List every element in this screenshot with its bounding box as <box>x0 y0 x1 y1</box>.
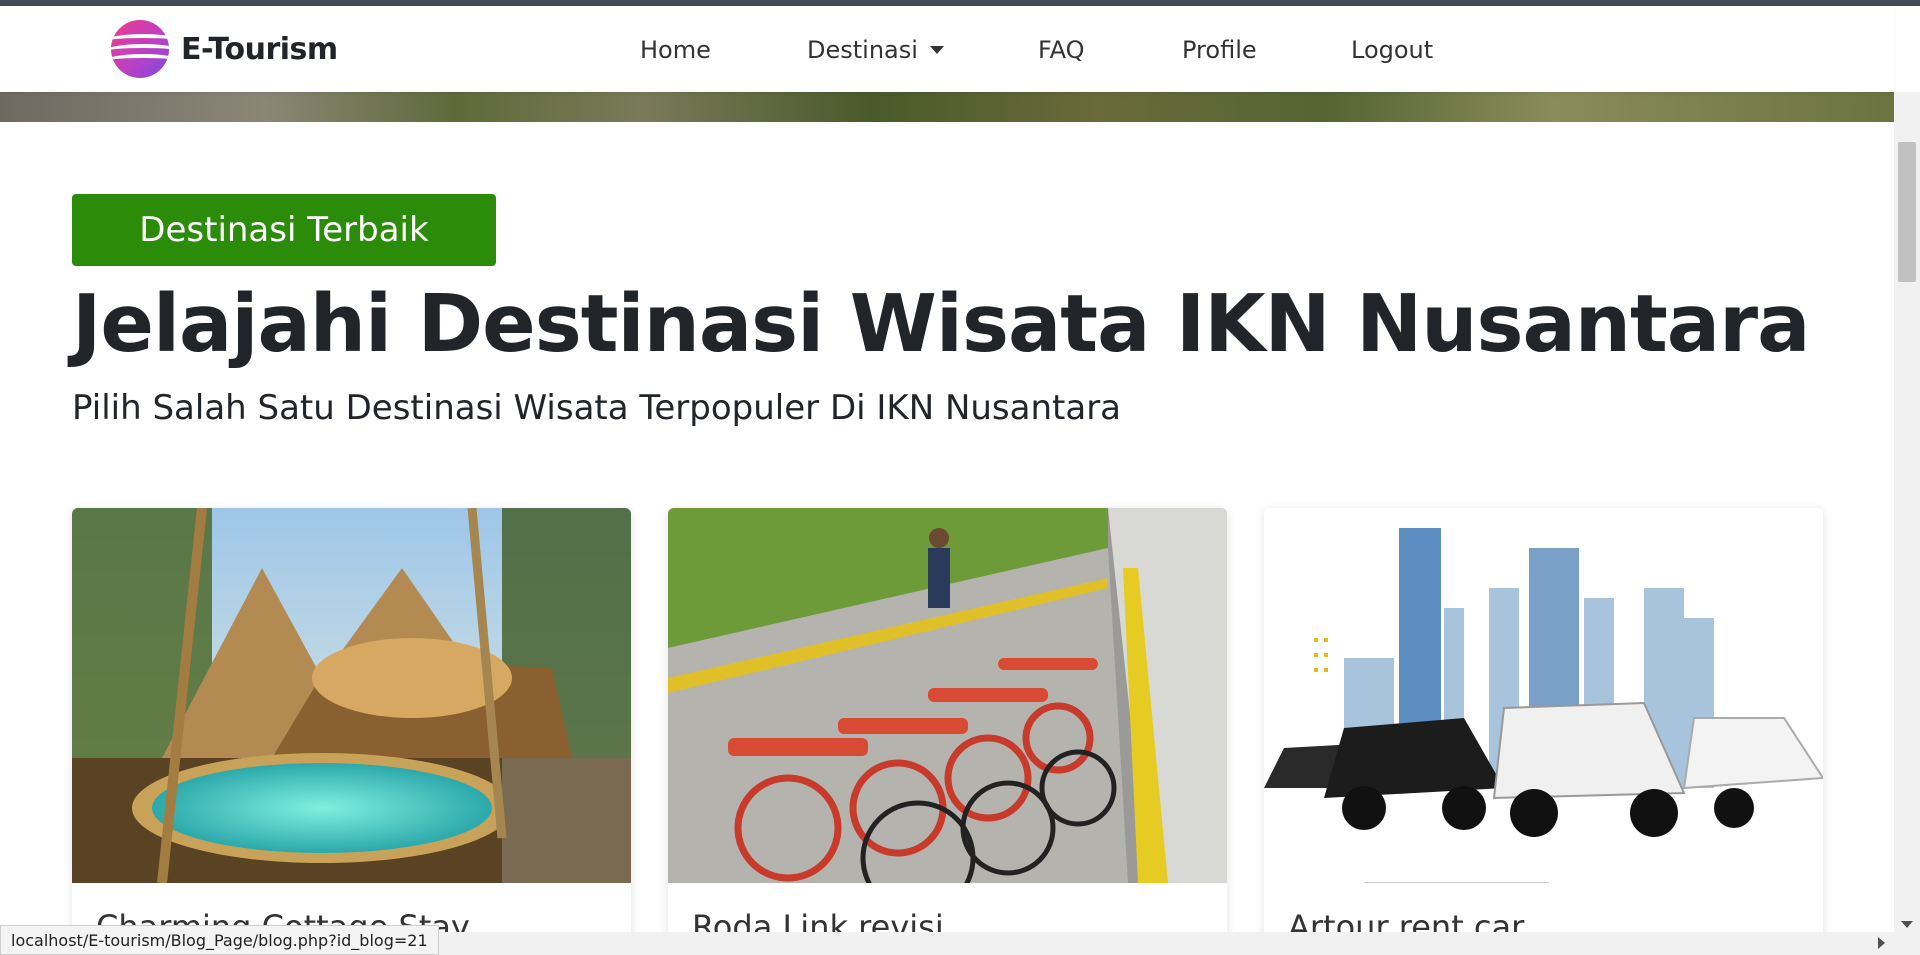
brand-link[interactable]: E-Tourism <box>111 19 338 79</box>
destination-card[interactable]: Charming Cottage Stay <box>72 508 631 938</box>
rent-car-image <box>1264 508 1823 883</box>
brand-name: E-Tourism <box>181 31 338 67</box>
bicycles-image <box>668 508 1227 883</box>
page-title: Jelajahi Destinasi Wisata IKN Nusantara <box>72 278 1810 370</box>
hero-image-strip <box>0 90 1894 122</box>
e-tourism-logo-icon <box>111 20 169 78</box>
nav-logout[interactable]: Logout <box>1351 36 1433 64</box>
section-badge: Destinasi Terbaik <box>72 194 496 266</box>
divider <box>1364 882 1549 883</box>
status-url-bar: localhost/E-tourism/Blog_Page/blog.php?i… <box>0 925 439 955</box>
destination-card[interactable]: Artour rent car <box>1264 508 1823 938</box>
destination-card[interactable]: Roda Link revisi <box>668 508 1227 938</box>
nav-faq[interactable]: FAQ <box>1038 36 1085 64</box>
vertical-scrollbar[interactable] <box>1894 92 1920 932</box>
caret-down-icon <box>929 46 944 54</box>
scroll-right-arrow-icon[interactable] <box>1878 937 1885 949</box>
nav-destinasi-dropdown[interactable]: Destinasi <box>807 36 944 64</box>
scrollbar-thumb[interactable] <box>1898 142 1916 282</box>
scroll-down-arrow-icon[interactable] <box>1901 921 1913 928</box>
navbar: E-Tourism Home Destinasi FAQ Profile Log… <box>0 6 1894 92</box>
nav-profile[interactable]: Profile <box>1182 36 1257 64</box>
page-subtitle: Pilih Salah Satu Destinasi Wisata Terpop… <box>72 388 1122 428</box>
nav-destinasi-label: Destinasi <box>807 36 918 64</box>
cottage-image <box>72 508 631 883</box>
nav-home[interactable]: Home <box>640 36 711 64</box>
